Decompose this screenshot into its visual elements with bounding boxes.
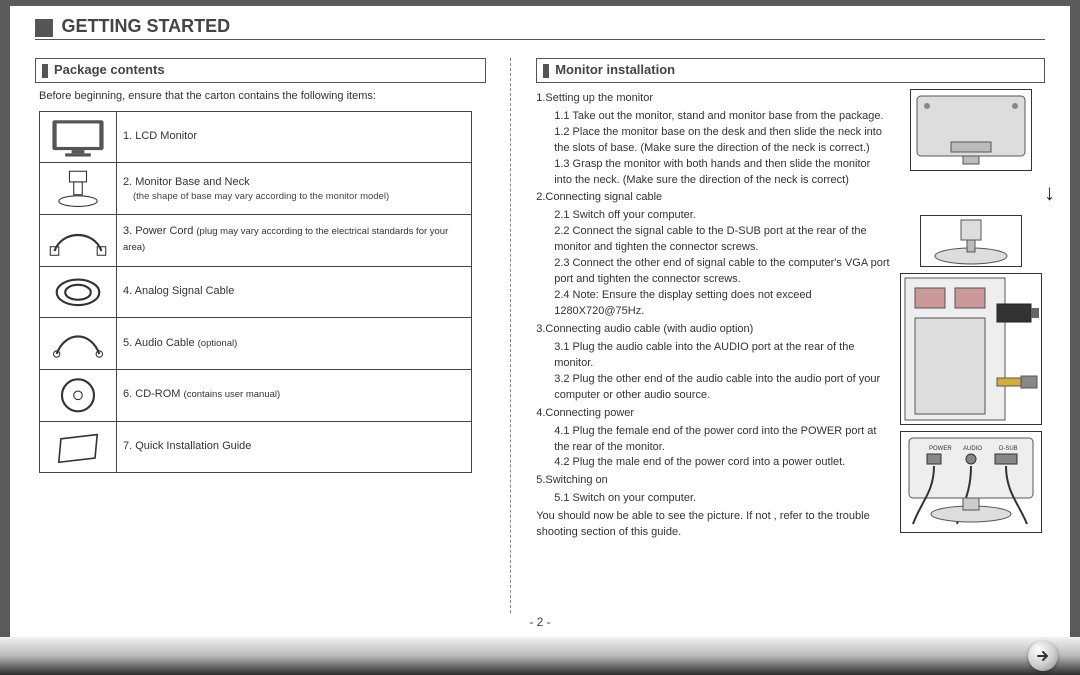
item-label: Quick Installation Guide bbox=[135, 440, 251, 452]
item-note: (contains user manual) bbox=[184, 389, 281, 400]
arrow-down-icon: ↓ bbox=[1044, 177, 1055, 209]
item-num: 7. bbox=[123, 440, 132, 452]
step-1-2: 1.2 Place the monitor base on the desk a… bbox=[554, 125, 891, 157]
step-4-2: 4.2 Plug the male end of the power cord … bbox=[554, 455, 891, 471]
step-1: 1.Setting up the monitor bbox=[536, 91, 891, 107]
item-text: 5. Audio Cable (optional) bbox=[117, 318, 472, 370]
port-label-audio: AUDIO bbox=[963, 446, 982, 452]
diagram-stand-neck bbox=[920, 215, 1022, 267]
table-row: 1. LCD Monitor bbox=[40, 111, 472, 163]
step-3: 3.Connecting audio cable (with audio opt… bbox=[536, 322, 891, 338]
item-text: 1. LCD Monitor bbox=[117, 111, 472, 163]
step-2-2: 2.2 Connect the signal cable to the D-SU… bbox=[554, 224, 891, 256]
item-image-cdrom bbox=[40, 370, 117, 422]
port-label-power: POWER bbox=[929, 446, 952, 452]
page-title: GETTING STARTED bbox=[61, 16, 230, 36]
item-label: Monitor Base and Neck bbox=[135, 176, 249, 188]
column-monitor-installation: Monitor installation 1.Setting up the mo… bbox=[536, 58, 1045, 613]
item-text: 3. Power Cord (plug may vary according t… bbox=[117, 215, 472, 267]
item-label: CD-ROM bbox=[135, 388, 180, 400]
page-number: - 2 - bbox=[35, 615, 1045, 629]
title-block-icon bbox=[35, 19, 53, 37]
table-row: 3. Power Cord (plug may vary according t… bbox=[40, 215, 472, 267]
item-label: Power Cord bbox=[135, 225, 193, 237]
item-text: 6. CD-ROM (contains user manual) bbox=[117, 370, 472, 422]
table-row: 6. CD-ROM (contains user manual) bbox=[40, 370, 472, 422]
item-text: 4. Analog Signal Cable bbox=[117, 266, 472, 318]
table-row: 5. Audio Cable (optional) bbox=[40, 318, 472, 370]
item-label: Audio Cable bbox=[135, 337, 195, 349]
content-columns: Package contents Before beginning, ensur… bbox=[35, 58, 1045, 613]
step-1-1: 1.1 Take out the monitor, stand and moni… bbox=[554, 109, 891, 125]
item-note: (optional) bbox=[198, 338, 238, 349]
item-image-base bbox=[40, 163, 117, 215]
step-2-3: 2.3 Connect the other end of signal cabl… bbox=[554, 256, 891, 288]
port-label-dsub: D-SUB bbox=[999, 446, 1018, 452]
section-heading-package: Package contents bbox=[35, 58, 486, 83]
item-image-audiocable bbox=[40, 318, 117, 370]
page-title-row: GETTING STARTED bbox=[35, 16, 1045, 40]
step-1-3: 1.3 Grasp the monitor with both hands an… bbox=[554, 157, 891, 189]
heading-bar-icon bbox=[543, 64, 549, 78]
diagram-connectors bbox=[900, 273, 1042, 425]
viewer-footer bbox=[0, 637, 1080, 675]
step-5-1: 5.1 Switch on your computer. bbox=[554, 491, 891, 507]
item-num: 3. bbox=[123, 225, 132, 237]
step-5: 5.Switching on bbox=[536, 473, 891, 489]
closing-note: You should now be able to see the pictur… bbox=[536, 509, 891, 541]
heading-text: Package contents bbox=[54, 62, 165, 77]
package-contents-table: 1. LCD Monitor 2. Monitor Base and Neck … bbox=[39, 111, 472, 474]
step-2-4: 2.4 Note: Ensure the display setting doe… bbox=[554, 288, 891, 320]
next-page-button[interactable] bbox=[1028, 641, 1058, 671]
installation-steps: 1.Setting up the monitor 1.1 Take out th… bbox=[536, 89, 891, 543]
item-image-monitor bbox=[40, 111, 117, 163]
item-num: 2. bbox=[123, 176, 132, 188]
diagram-ports: POWER AUDIO D-SUB bbox=[900, 431, 1042, 533]
item-image-guide bbox=[40, 421, 117, 473]
step-4: 4.Connecting power bbox=[536, 406, 891, 422]
heading-text: Monitor installation bbox=[555, 62, 675, 77]
installation-body: 1.Setting up the monitor 1.1 Take out th… bbox=[536, 89, 1045, 543]
item-label: LCD Monitor bbox=[135, 130, 197, 142]
manual-page: GETTING STARTED Package contents Before … bbox=[10, 6, 1070, 637]
table-row: 4. Analog Signal Cable bbox=[40, 266, 472, 318]
item-note: (the shape of base may vary according to… bbox=[133, 191, 465, 203]
item-num: 1. bbox=[123, 130, 132, 142]
step-3-1: 3.1 Plug the audio cable into the AUDIO … bbox=[554, 340, 891, 372]
package-intro: Before beginning, ensure that the carton… bbox=[39, 89, 486, 105]
installation-diagrams: ↓ bbox=[897, 89, 1045, 543]
step-2-1: 2.1 Switch off your computer. bbox=[554, 208, 891, 224]
table-row: 7. Quick Installation Guide bbox=[40, 421, 472, 473]
item-text: 2. Monitor Base and Neck (the shape of b… bbox=[117, 163, 472, 215]
column-divider bbox=[510, 58, 512, 613]
item-text: 7. Quick Installation Guide bbox=[117, 421, 472, 473]
step-2: 2.Connecting signal cable bbox=[536, 190, 891, 206]
item-num: 5. bbox=[123, 337, 132, 349]
arrow-right-icon bbox=[1035, 648, 1051, 664]
item-image-signalcable bbox=[40, 266, 117, 318]
column-package-contents: Package contents Before beginning, ensur… bbox=[35, 58, 486, 613]
item-label: Analog Signal Cable bbox=[135, 285, 235, 297]
step-3-2: 3.2 Plug the other end of the audio cabl… bbox=[554, 372, 891, 404]
item-image-powercord bbox=[40, 215, 117, 267]
step-4-1: 4.1 Plug the female end of the power cor… bbox=[554, 424, 891, 456]
item-num: 4. bbox=[123, 285, 132, 297]
diagram-monitor-back bbox=[910, 89, 1032, 171]
item-num: 6. bbox=[123, 388, 132, 400]
table-row: 2. Monitor Base and Neck (the shape of b… bbox=[40, 163, 472, 215]
section-heading-installation: Monitor installation bbox=[536, 58, 1045, 83]
heading-bar-icon bbox=[42, 64, 48, 78]
